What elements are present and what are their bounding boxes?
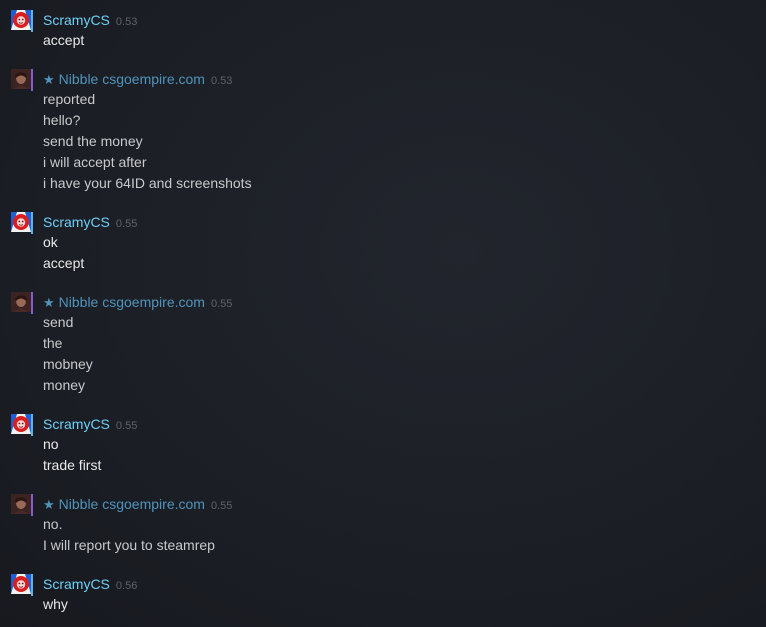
- message-line: i have your 64ID and screenshots: [43, 175, 252, 191]
- message-line: I will report you to steamrep: [43, 537, 215, 553]
- avatar[interactable]: [11, 212, 33, 234]
- timestamp: 0.53: [210, 75, 233, 87]
- red-lion-avatar-icon: [11, 212, 31, 232]
- star-icon: ★: [43, 295, 55, 310]
- sender-name[interactable]: Nibble csgoempire.com: [59, 71, 205, 87]
- sender-name[interactable]: ScramyCS: [43, 214, 110, 230]
- message-line: why: [43, 596, 68, 612]
- message-line: no.: [43, 516, 63, 532]
- person-avatar-icon: [11, 69, 31, 89]
- timestamp: 0.55: [210, 500, 233, 512]
- red-lion-avatar-icon: [11, 574, 31, 594]
- message-line: reported: [43, 91, 96, 107]
- message-line: money: [43, 377, 86, 393]
- person-avatar-icon: [11, 494, 31, 514]
- message-line: no: [43, 436, 59, 452]
- message-line: accept: [43, 32, 85, 48]
- avatar[interactable]: [11, 414, 33, 436]
- message-line: hello?: [43, 112, 81, 128]
- message-line: mobney: [43, 356, 93, 372]
- timestamp: 0.55: [115, 420, 138, 432]
- chat-log: ScramyCS 0.53 accept ★ Nibble csgoempire.c…: [0, 0, 766, 627]
- star-icon: ★: [43, 497, 55, 512]
- message-line: send: [43, 314, 74, 330]
- sender-name[interactable]: ScramyCS: [43, 12, 110, 28]
- sender-name[interactable]: Nibble csgoempire.com: [59, 496, 205, 512]
- red-lion-avatar-icon: [11, 414, 31, 434]
- message-line: i will accept after: [43, 154, 147, 170]
- sender-name[interactable]: ScramyCS: [43, 416, 110, 432]
- message-line: trade first: [43, 457, 102, 473]
- person-avatar-icon: [11, 292, 31, 312]
- sender-name[interactable]: Nibble csgoempire.com: [59, 294, 205, 310]
- timestamp: 0.53: [115, 16, 138, 28]
- red-lion-avatar-icon: [11, 10, 31, 30]
- message-line: send the money: [43, 133, 143, 149]
- timestamp: 0.56: [115, 580, 138, 592]
- timestamp: 0.55: [115, 218, 138, 230]
- avatar[interactable]: [11, 69, 33, 91]
- avatar[interactable]: [11, 10, 33, 32]
- sender-name[interactable]: ScramyCS: [43, 576, 110, 592]
- avatar[interactable]: [11, 292, 33, 314]
- message-line: accept: [43, 255, 85, 271]
- star-icon: ★: [43, 72, 55, 87]
- message-line: the: [43, 335, 63, 351]
- timestamp: 0.55: [210, 298, 233, 310]
- avatar[interactable]: [11, 494, 33, 516]
- message-line: ok: [43, 234, 58, 250]
- avatar[interactable]: [11, 574, 33, 596]
